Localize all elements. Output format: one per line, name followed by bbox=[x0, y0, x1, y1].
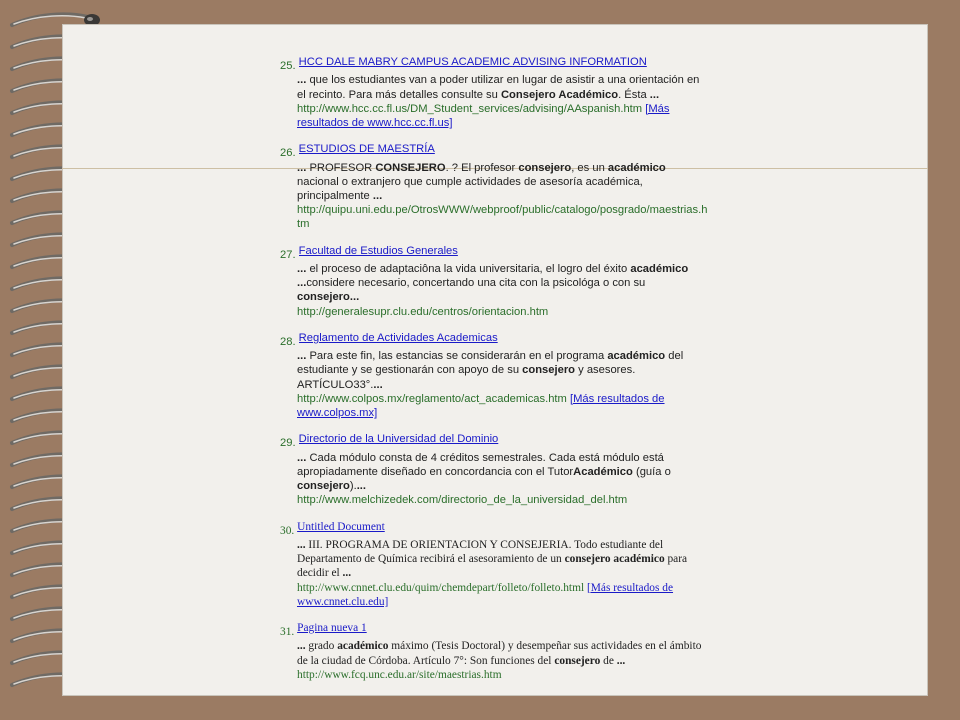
snippet-highlight: académico bbox=[607, 350, 666, 363]
result-url-line: http://www.cnnet.clu.edu/quim/chemdepart… bbox=[297, 581, 710, 609]
snippet-highlight: ... bbox=[297, 277, 307, 290]
result-number: 28. bbox=[280, 336, 296, 349]
snippet-text: . ? El profesor bbox=[445, 161, 519, 174]
result-number: 31. bbox=[280, 626, 295, 639]
result-snippet: ... Para este fin, las estancias se cons… bbox=[297, 349, 710, 392]
search-result: 31. Pagina nueva 1... grado académico má… bbox=[280, 621, 710, 682]
result-title-link[interactable]: Directorio de la Universidad del Dominio bbox=[299, 432, 698, 446]
result-number: 25. bbox=[280, 60, 296, 73]
result-url[interactable]: http://www.fcq.unc.edu.ar/site/maestrias… bbox=[297, 669, 502, 681]
result-header: 31. Pagina nueva 1 bbox=[280, 621, 710, 639]
snippet-highlight: ... bbox=[297, 451, 310, 464]
result-snippet: ... PROFESOR CONSEJERO. ? El profesor co… bbox=[297, 161, 710, 204]
result-url-line: http://www.colpos.mx/reglamento/act_acad… bbox=[297, 392, 710, 420]
result-body: ... grado académico máximo (Tesis Doctor… bbox=[297, 639, 710, 682]
result-number: 29. bbox=[280, 437, 296, 450]
result-title-link[interactable]: HCC DALE MABRY CAMPUS ACADEMIC ADVISING … bbox=[299, 55, 698, 69]
snippet-text: . Ésta bbox=[618, 88, 650, 101]
result-url[interactable]: http://generalesupr.clu.edu/centros/orie… bbox=[297, 306, 548, 318]
search-result: 29. Directorio de la Universidad del Dom… bbox=[280, 432, 710, 507]
snippet-highlight: ... bbox=[297, 74, 310, 87]
result-snippet: ... III. PROGRAMA DE ORIENTACION Y CONSE… bbox=[297, 538, 710, 581]
snippet-text: de bbox=[600, 654, 617, 667]
snippet-highlight: ... bbox=[356, 480, 367, 493]
snippet-highlight: ... bbox=[297, 263, 310, 276]
snippet-highlight: ... bbox=[616, 654, 626, 667]
snippet-highlight: ... bbox=[297, 538, 309, 551]
result-url[interactable]: http://www.colpos.mx/reglamento/act_acad… bbox=[297, 393, 567, 405]
snippet-text: ). bbox=[349, 480, 357, 493]
result-header: 27. Facultad de Estudios Generales bbox=[280, 244, 710, 262]
snippet-highlight: consejero bbox=[518, 161, 572, 174]
snippet-highlight: consejero bbox=[297, 291, 350, 304]
snippet-text: , es un bbox=[571, 161, 608, 174]
result-snippet: ... que los estudiantes van a poder util… bbox=[297, 73, 710, 101]
snippet-highlight: académico bbox=[607, 161, 666, 174]
snippet-highlight: consejero académico bbox=[564, 553, 665, 566]
result-url-line: http://www.fcq.unc.edu.ar/site/maestrias… bbox=[297, 668, 710, 682]
search-results-list: 25. HCC DALE MABRY CAMPUS ACADEMIC ADVIS… bbox=[280, 55, 710, 694]
result-body: ... Cada módulo consta de 4 créditos sem… bbox=[297, 451, 710, 508]
snippet-text: PROFESOR bbox=[309, 161, 376, 174]
search-result: 27. Facultad de Estudios Generales... el… bbox=[280, 244, 710, 319]
result-url[interactable]: http://www.cnnet.clu.edu/quim/chemdepart… bbox=[297, 582, 584, 594]
result-url[interactable]: http://quipu.uni.edu.pe/OtrosWWW/webproo… bbox=[297, 204, 707, 230]
result-body: ... que los estudiantes van a poder util… bbox=[297, 73, 710, 130]
result-title-link[interactable]: Reglamento de Actividades Academicas bbox=[299, 331, 698, 345]
result-body: ... Para este fin, las estancias se cons… bbox=[297, 349, 710, 420]
snippet-highlight: ... bbox=[342, 567, 352, 580]
search-result: 30. Untitled Document... III. PROGRAMA D… bbox=[280, 520, 710, 609]
result-url-line: http://www.hcc.cc.fl.us/DM_Student_servi… bbox=[297, 102, 710, 130]
snippet-text: (guía o bbox=[632, 465, 671, 478]
snippet-highlight: ... bbox=[372, 190, 383, 203]
result-number: 30. bbox=[280, 524, 295, 537]
snippet-highlight: ... bbox=[349, 291, 360, 304]
result-body: ... III. PROGRAMA DE ORIENTACION Y CONSE… bbox=[297, 538, 710, 609]
result-header: 25. HCC DALE MABRY CAMPUS ACADEMIC ADVIS… bbox=[280, 55, 710, 73]
result-title-link[interactable]: ESTUDIOS DE MAESTRÍA bbox=[299, 142, 698, 156]
snippet-text: considere necesario, concertando una cit… bbox=[306, 277, 646, 290]
result-url-line: http://quipu.uni.edu.pe/OtrosWWW/webproo… bbox=[297, 203, 710, 231]
result-header: 26. ESTUDIOS DE MAESTRÍA bbox=[280, 142, 710, 160]
snippet-highlight: consejero bbox=[522, 364, 576, 377]
snippet-highlight: ... bbox=[373, 378, 383, 391]
result-snippet: ... el proceso de adaptaciôna la vida un… bbox=[297, 262, 710, 305]
search-result: 28. Reglamento de Actividades Academicas… bbox=[280, 331, 710, 420]
search-result: 25. HCC DALE MABRY CAMPUS ACADEMIC ADVIS… bbox=[280, 55, 710, 130]
snippet-highlight: académico bbox=[337, 640, 389, 653]
result-number: 26. bbox=[280, 147, 296, 160]
result-snippet: ... Cada módulo consta de 4 créditos sem… bbox=[297, 451, 710, 494]
result-title-link[interactable]: Pagina nueva 1 bbox=[297, 621, 696, 635]
snippet-highlight: Académico bbox=[573, 465, 633, 478]
result-header: 29. Directorio de la Universidad del Dom… bbox=[280, 432, 710, 450]
result-number: 27. bbox=[280, 248, 296, 261]
result-title-link[interactable]: Untitled Document bbox=[297, 520, 696, 534]
snippet-text: el proceso de adaptaciôna la vida univer… bbox=[309, 263, 631, 276]
result-body: ... PROFESOR CONSEJERO. ? El profesor co… bbox=[297, 161, 710, 232]
result-snippet: ... grado académico máximo (Tesis Doctor… bbox=[297, 639, 710, 667]
result-url-line: http://generalesupr.clu.edu/centros/orie… bbox=[297, 305, 710, 319]
result-url[interactable]: http://www.melchizedek.com/directorio_de… bbox=[297, 494, 627, 506]
snippet-highlight: CONSEJERO bbox=[375, 161, 446, 174]
result-url[interactable]: http://www.hcc.cc.fl.us/DM_Student_servi… bbox=[297, 103, 642, 115]
result-url-line: http://www.melchizedek.com/directorio_de… bbox=[297, 493, 710, 507]
result-title-link[interactable]: Facultad de Estudios Generales bbox=[299, 244, 698, 258]
snippet-highlight: consejero bbox=[297, 480, 350, 493]
search-result: 26. ESTUDIOS DE MAESTRÍA... PROFESOR CON… bbox=[280, 142, 710, 231]
result-body: ... el proceso de adaptaciôna la vida un… bbox=[297, 262, 710, 319]
snippet-text: nacional o extranjero que cumple activid… bbox=[297, 175, 643, 203]
snippet-highlight: académico bbox=[630, 263, 689, 276]
snippet-highlight: ... bbox=[297, 350, 310, 363]
snippet-highlight: ... bbox=[297, 161, 310, 174]
result-header: 30. Untitled Document bbox=[280, 520, 710, 538]
snippet-text: Para este fin, las estancias se consider… bbox=[309, 350, 608, 363]
snippet-highlight: Consejero Académico bbox=[500, 88, 619, 101]
snippet-text: grado bbox=[308, 640, 338, 653]
snippet-highlight: consejero bbox=[554, 654, 601, 667]
snippet-highlight: ... bbox=[297, 640, 309, 653]
result-header: 28. Reglamento de Actividades Academicas bbox=[280, 331, 710, 349]
snippet-highlight: ... bbox=[649, 88, 660, 101]
